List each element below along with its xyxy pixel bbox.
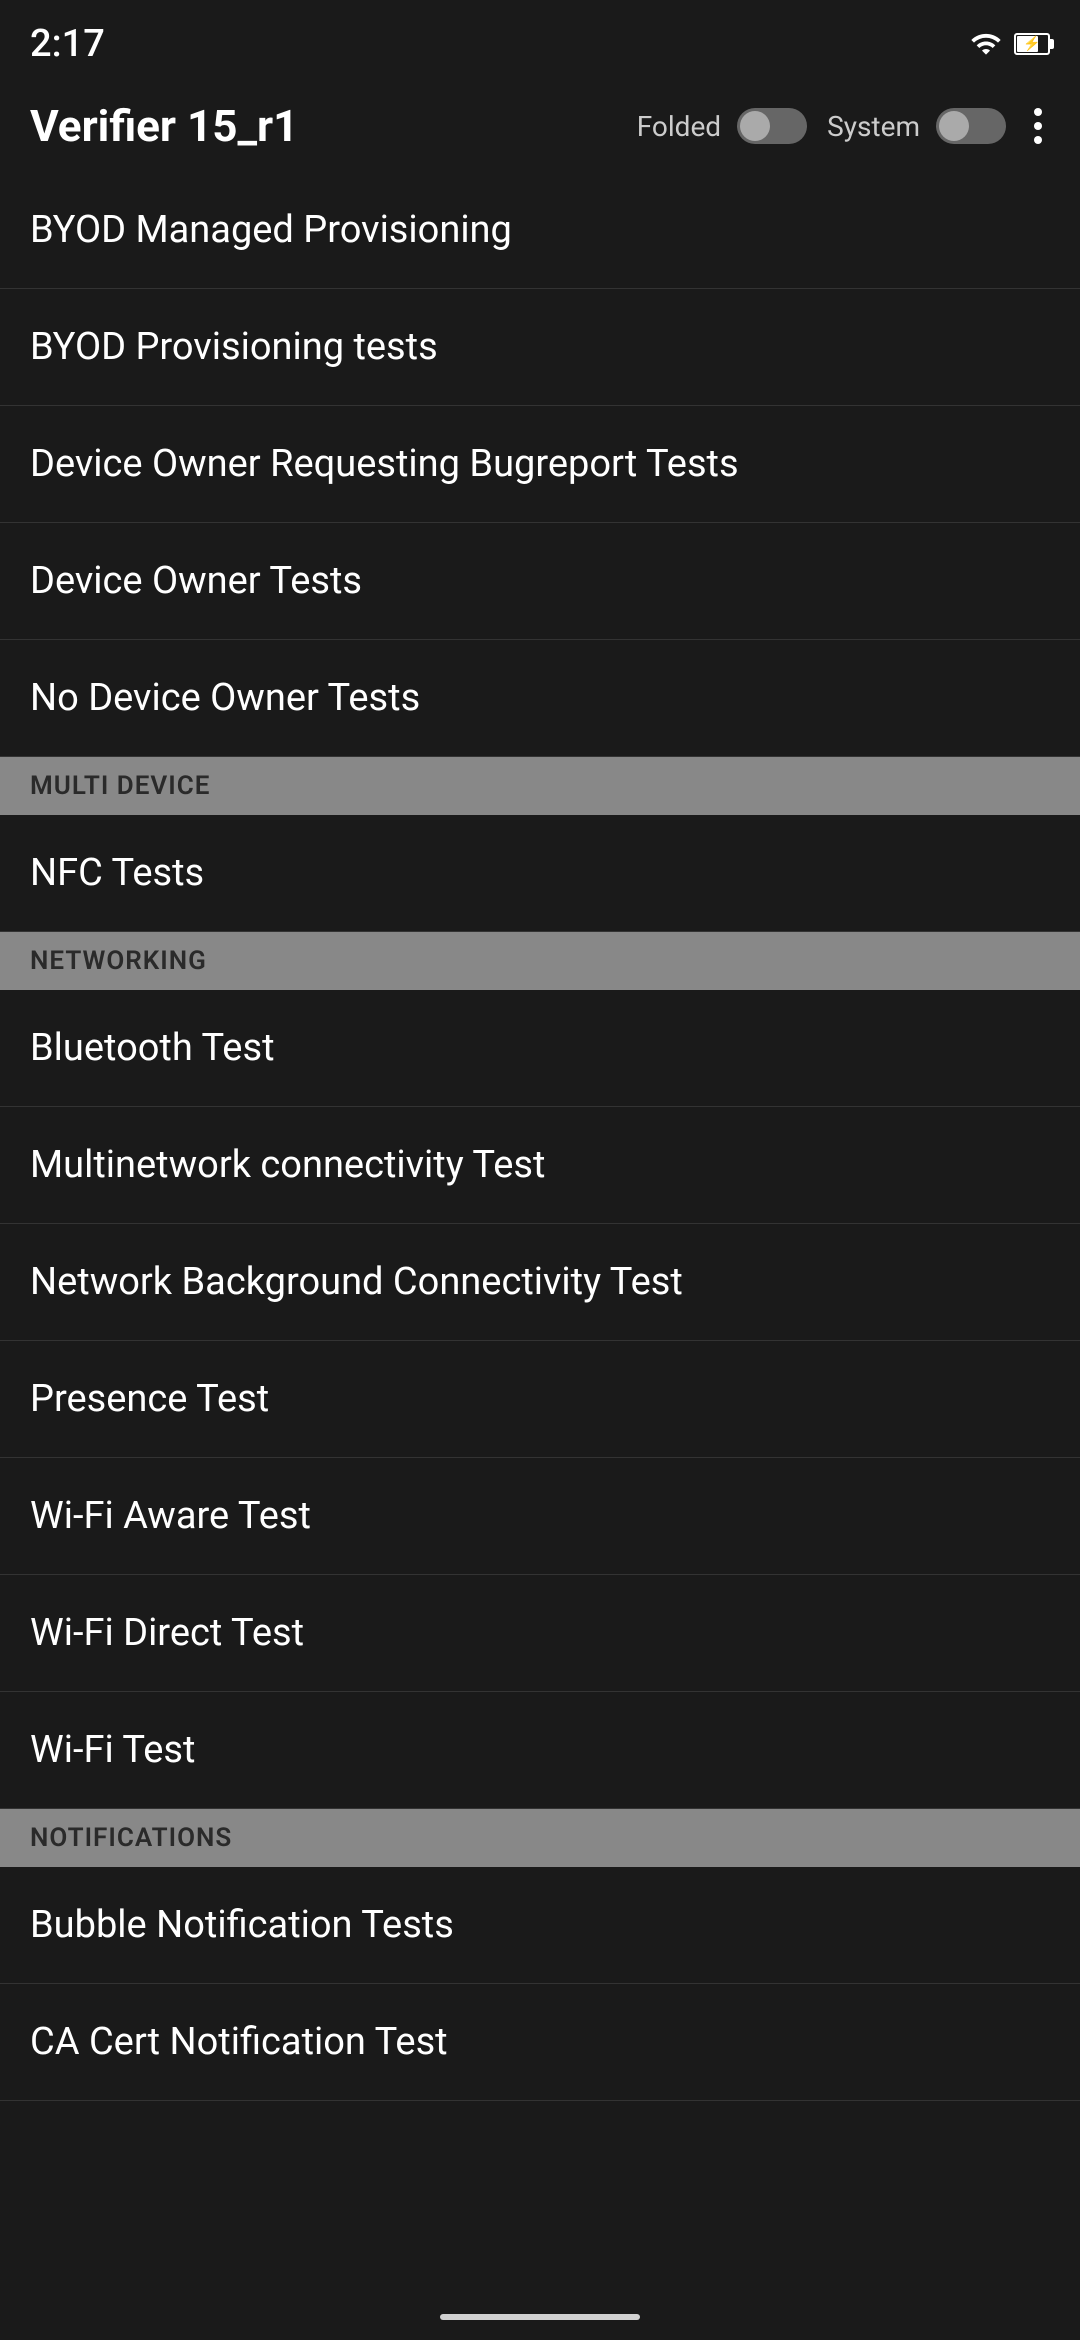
folded-toggle-group: Folded <box>637 108 807 144</box>
battery-icon: ⚡ <box>1014 33 1050 55</box>
section-header-notifications: NOTIFICATIONS <box>0 1809 1080 1867</box>
status-bar: 2:17 ⚡ <box>0 0 1080 80</box>
list-item-wi-fi-direct-test[interactable]: Wi-Fi Direct Test <box>0 1575 1080 1692</box>
list-item-presence-test[interactable]: Presence Test <box>0 1341 1080 1458</box>
menu-dot-1 <box>1034 108 1042 116</box>
folded-toggle[interactable] <box>737 108 807 144</box>
list-item-multinetwork-connectivity-test[interactable]: Multinetwork connectivity Test <box>0 1107 1080 1224</box>
list-item-ca-cert-notification-test[interactable]: CA Cert Notification Test <box>0 1984 1080 2101</box>
section-header-networking: NETWORKING <box>0 932 1080 990</box>
list-item-nfc-tests[interactable]: NFC Tests <box>0 815 1080 932</box>
list-item-bubble-notification-tests[interactable]: Bubble Notification Tests <box>0 1867 1080 1984</box>
menu-dot-2 <box>1034 122 1042 130</box>
list-item-device-owner-tests[interactable]: Device Owner Tests <box>0 523 1080 640</box>
section-header-multi-device: MULTI DEVICE <box>0 757 1080 815</box>
system-toggle[interactable] <box>936 108 1006 144</box>
battery-bolt: ⚡ <box>1023 36 1040 52</box>
list-item-wi-fi-aware-test[interactable]: Wi-Fi Aware Test <box>0 1458 1080 1575</box>
overflow-menu-button[interactable] <box>1026 100 1050 152</box>
status-icons: ⚡ <box>970 28 1050 60</box>
main-list: BYOD Managed ProvisioningBYOD Provisioni… <box>0 172 1080 2101</box>
system-label: System <box>827 110 920 143</box>
list-item-wi-fi-test[interactable]: Wi-Fi Test <box>0 1692 1080 1809</box>
list-item-device-owner-requesting-bugreport-tests[interactable]: Device Owner Requesting Bugreport Tests <box>0 406 1080 523</box>
folded-label: Folded <box>637 110 721 143</box>
home-indicator <box>440 2314 640 2320</box>
signal-icon <box>970 28 1002 60</box>
list-item-network-background-connectivity-test[interactable]: Network Background Connectivity Test <box>0 1224 1080 1341</box>
menu-dot-3 <box>1034 136 1042 144</box>
list-item-byod-managed-provisioning[interactable]: BYOD Managed Provisioning <box>0 172 1080 289</box>
system-toggle-group: System <box>827 108 1006 144</box>
status-time: 2:17 <box>30 22 105 66</box>
list-item-no-device-owner-tests[interactable]: No Device Owner Tests <box>0 640 1080 757</box>
app-title: Verifier 15_r1 <box>30 100 617 152</box>
list-item-byod-provisioning-tests[interactable]: BYOD Provisioning tests <box>0 289 1080 406</box>
app-header: Verifier 15_r1 Folded System <box>0 80 1080 172</box>
list-item-bluetooth-test[interactable]: Bluetooth Test <box>0 990 1080 1107</box>
